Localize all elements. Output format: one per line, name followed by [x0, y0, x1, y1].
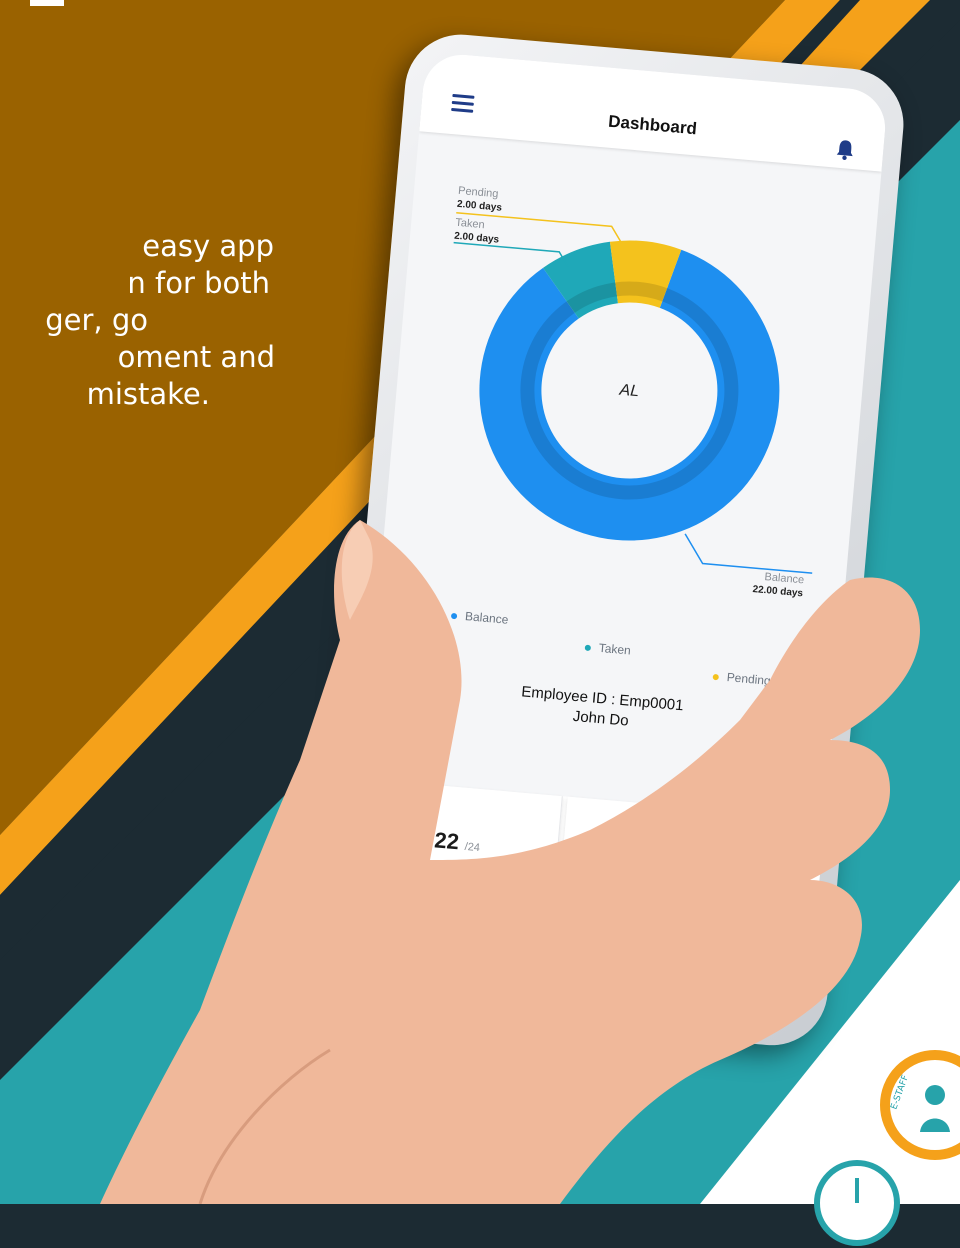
phone-mockup: Dashboard AL Pending 2.00 days Taken 2.0… — [324, 30, 909, 1050]
card-max: /24 — [464, 840, 481, 855]
bell-icon[interactable] — [834, 138, 856, 162]
legend-item-taken: Taken — [584, 640, 631, 658]
promo-text: easy app n for both ger, go oment and mi… — [0, 228, 275, 413]
legend-dot — [584, 644, 592, 651]
card-label: ANNUAL LEAVE — [394, 881, 512, 910]
recent-apps-icon[interactable] — [649, 974, 671, 996]
annual-leave-card[interactable]: 22 /24 ANNUAL LEAVE — [349, 778, 563, 946]
balance-leader-line — [684, 533, 813, 574]
hospitalisation-card[interactable]: 60 /60 HOSPITALISATION — [554, 796, 778, 965]
card-label: HOSPITALISATION — [595, 899, 731, 929]
balance-annotation: Balance 22.00 days — [752, 570, 805, 600]
estaff-logo: E-STAFF — [875, 1045, 960, 1165]
promo-line: n for both — [127, 266, 270, 300]
legend-item-pending: Pending — [712, 669, 771, 688]
card-count: 22 — [433, 827, 461, 855]
card-value: 60 /60 — [562, 839, 773, 883]
clock-logo — [814, 1160, 900, 1246]
promo-line: ger, go — [45, 303, 148, 337]
legend-label: Pending — [726, 670, 772, 688]
pending-annotation: Pending 2.00 days — [456, 185, 503, 215]
promo-line: mistake. — [86, 377, 210, 411]
legend-label: Taken — [598, 640, 632, 658]
promo-line: easy app — [142, 229, 274, 263]
card-value: 22 /24 — [357, 821, 559, 864]
phone-screen: Dashboard AL Pending 2.00 days Taken 2.0… — [344, 51, 889, 1029]
legend-label: Balance — [464, 609, 509, 627]
home-icon[interactable] — [561, 966, 583, 988]
legend-dot — [450, 612, 458, 620]
taken-annotation: Taken 2.00 days — [454, 217, 501, 247]
leave-chart: AL Pending 2.00 days Taken 2.00 days Bal… — [377, 141, 880, 688]
back-icon[interactable] — [466, 958, 488, 980]
card-max: /60 — [674, 859, 691, 873]
top-accent-bar — [30, 0, 64, 6]
promo-line: oment and — [117, 340, 275, 374]
legend-dot — [712, 673, 720, 681]
card-count: 60 — [643, 845, 671, 873]
